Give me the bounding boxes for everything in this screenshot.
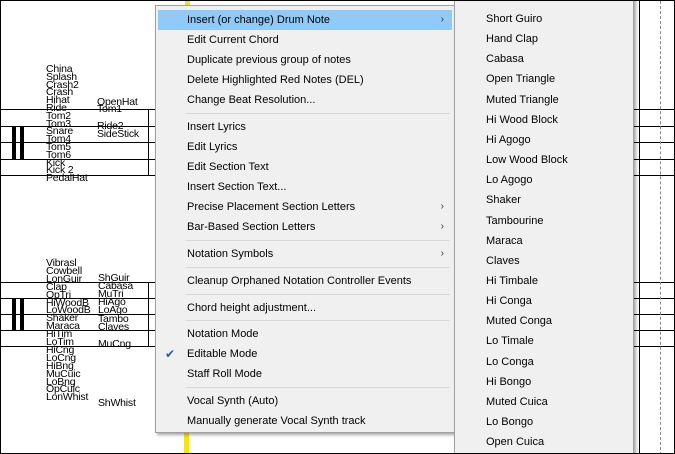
menu-item[interactable]: Duplicate previous group of notes	[158, 50, 452, 70]
drum-label: LonWhist	[46, 391, 89, 404]
drum-label: MuCng	[98, 338, 131, 350]
menu-separator	[186, 240, 450, 241]
menu-item[interactable]: Chord height adjustment...	[158, 298, 452, 318]
submenu-item[interactable]: Lo Bongo	[457, 412, 631, 432]
staff-line	[1, 159, 155, 160]
menu-item-label: Manually generate Vocal Synth track	[187, 415, 366, 427]
staff-line	[1, 109, 155, 110]
drum-label: Tom1	[97, 103, 122, 115]
playback-cursor-marker	[184, 431, 189, 453]
drum-label: SideStick	[97, 128, 139, 140]
menu-item[interactable]: Insert (or change) Drum Note ›	[158, 10, 452, 30]
submenu-item[interactable]: Muted Conga	[457, 311, 631, 331]
menu-item[interactable]: Vocal Synth (Auto)	[158, 391, 452, 411]
submenu-item[interactable]: Tambourine	[457, 211, 631, 231]
checkmark-icon: ✔	[165, 347, 176, 361]
notation-window: China Splash Crash2 Crash Hihat Ride Tom2 Tom3 S…	[0, 0, 675, 454]
drum-label: PedalHat	[46, 172, 88, 185]
menu-item-label: Editable Mode	[187, 348, 258, 360]
drum-note-submenu: Short Guiro Hand Clap Cabasa Open Triangle M…	[454, 1, 634, 453]
menu-item-label: Insert Section Text...	[187, 181, 287, 193]
submenu-item[interactable]: Lo Conga	[457, 352, 631, 372]
menu-item[interactable]: Precise Placement Section Letters ›	[158, 197, 452, 217]
submenu-arrow-icon: ›	[440, 14, 444, 25]
note-stem	[148, 282, 149, 347]
context-menu: Insert (or change) Drum Note › Edit Curren…	[155, 5, 455, 433]
submenu-item[interactable]: Shaker	[457, 190, 631, 210]
submenu-item[interactable]: Hand Clap	[457, 29, 631, 49]
menu-item[interactable]: Insert Section Text...	[158, 177, 452, 197]
bar-line	[639, 1, 640, 453]
submenu-item[interactable]: Hi Bongo	[457, 372, 631, 392]
menu-item[interactable]: Edit Lyrics	[158, 137, 452, 157]
beat-grid-line	[660, 1, 661, 453]
menu-item[interactable]: Edit Section Text	[158, 157, 452, 177]
submenu-arrow-icon: ›	[440, 221, 444, 232]
submenu-arrow-icon: ›	[440, 248, 444, 259]
submenu-item[interactable]: Hi Timbale	[457, 271, 631, 291]
menu-item-label: Delete Highlighted Red Notes (DEL)	[187, 74, 364, 86]
submenu-item[interactable]: Maraca	[457, 231, 631, 251]
submenu-item[interactable]: Claves	[457, 251, 631, 271]
menu-item[interactable]: Bar-Based Section Letters ›	[158, 217, 452, 237]
menu-item-label: Cleanup Orphaned Notation Controller Eve…	[187, 275, 412, 287]
submenu-item[interactable]: Lo Timale	[457, 331, 631, 351]
drum-label: ShWhist	[98, 397, 136, 409]
menu-item[interactable]: ✔ Editable Mode	[158, 344, 452, 364]
menu-item-label: Edit Lyrics	[187, 141, 238, 153]
submenu-item[interactable]: Muted Triangle	[457, 90, 631, 110]
menu-item-label: Notation Mode	[187, 328, 259, 340]
menu-item-label: Chord height adjustment...	[187, 302, 317, 314]
submenu-item[interactable]: Hi Agogo	[457, 130, 631, 150]
menu-item[interactable]: Change Beat Resolution...	[158, 90, 452, 110]
menu-item[interactable]: Edit Current Chord	[158, 30, 452, 50]
menu-item-label: Duplicate previous group of notes	[187, 54, 351, 66]
staff-line	[1, 126, 155, 127]
staff-line	[1, 142, 155, 143]
note-stem	[148, 109, 149, 176]
menu-separator	[186, 320, 450, 321]
percussion-clef-bar	[20, 127, 24, 159]
menu-item-label: Edit Section Text	[187, 161, 269, 173]
submenu-item[interactable]: Low Wood Block	[457, 150, 631, 170]
submenu-item[interactable]: Open Cuica	[457, 432, 631, 452]
menu-item[interactable]: Notation Mode	[158, 324, 452, 344]
menu-item[interactable]: Delete Highlighted Red Notes (DEL)	[158, 70, 452, 90]
submenu-item[interactable]: Short Guiro	[457, 9, 631, 29]
menu-item-label: Change Beat Resolution...	[187, 94, 316, 106]
menu-item[interactable]: Cleanup Orphaned Notation Controller Eve…	[158, 271, 452, 291]
submenu-item[interactable]: Cabasa	[457, 49, 631, 69]
menu-item[interactable]: Staff Roll Mode	[158, 364, 452, 384]
submenu-arrow-icon: ›	[440, 201, 444, 212]
menu-item[interactable]: Insert Lyrics	[158, 117, 452, 137]
submenu-item[interactable]: Hi Conga	[457, 291, 631, 311]
menu-separator	[186, 267, 450, 268]
menu-item-label: Staff Roll Mode	[187, 368, 263, 380]
submenu-item[interactable]: Open Triangle	[457, 69, 631, 89]
menu-item-label: Edit Current Chord	[187, 34, 279, 46]
menu-item-label: Insert (or change) Drum Note	[187, 14, 331, 26]
drum-label: Claves	[98, 321, 129, 333]
menu-item-label: Precise Placement Section Letters	[187, 201, 356, 213]
menu-item[interactable]: Manually generate Vocal Synth track	[158, 411, 452, 431]
menu-item-label: Vocal Synth (Auto)	[187, 395, 279, 407]
percussion-clef-bar	[12, 298, 16, 330]
menu-item[interactable]: Notation Symbols ›	[158, 244, 452, 264]
submenu-item[interactable]: Hi Wood Block	[457, 110, 631, 130]
percussion-clef-bar	[20, 298, 24, 330]
menu-item-label: Notation Symbols	[187, 248, 274, 260]
menu-item-label: Insert Lyrics	[187, 121, 246, 133]
staff-line	[1, 346, 155, 347]
menu-separator	[186, 387, 450, 388]
percussion-clef-bar	[12, 127, 16, 159]
submenu-item[interactable]: Lo Agogo	[457, 170, 631, 190]
menu-separator	[186, 294, 450, 295]
menu-separator	[186, 113, 450, 114]
menu-item-label: Bar-Based Section Letters	[187, 221, 316, 233]
submenu-item[interactable]: Muted Cuica	[457, 392, 631, 412]
